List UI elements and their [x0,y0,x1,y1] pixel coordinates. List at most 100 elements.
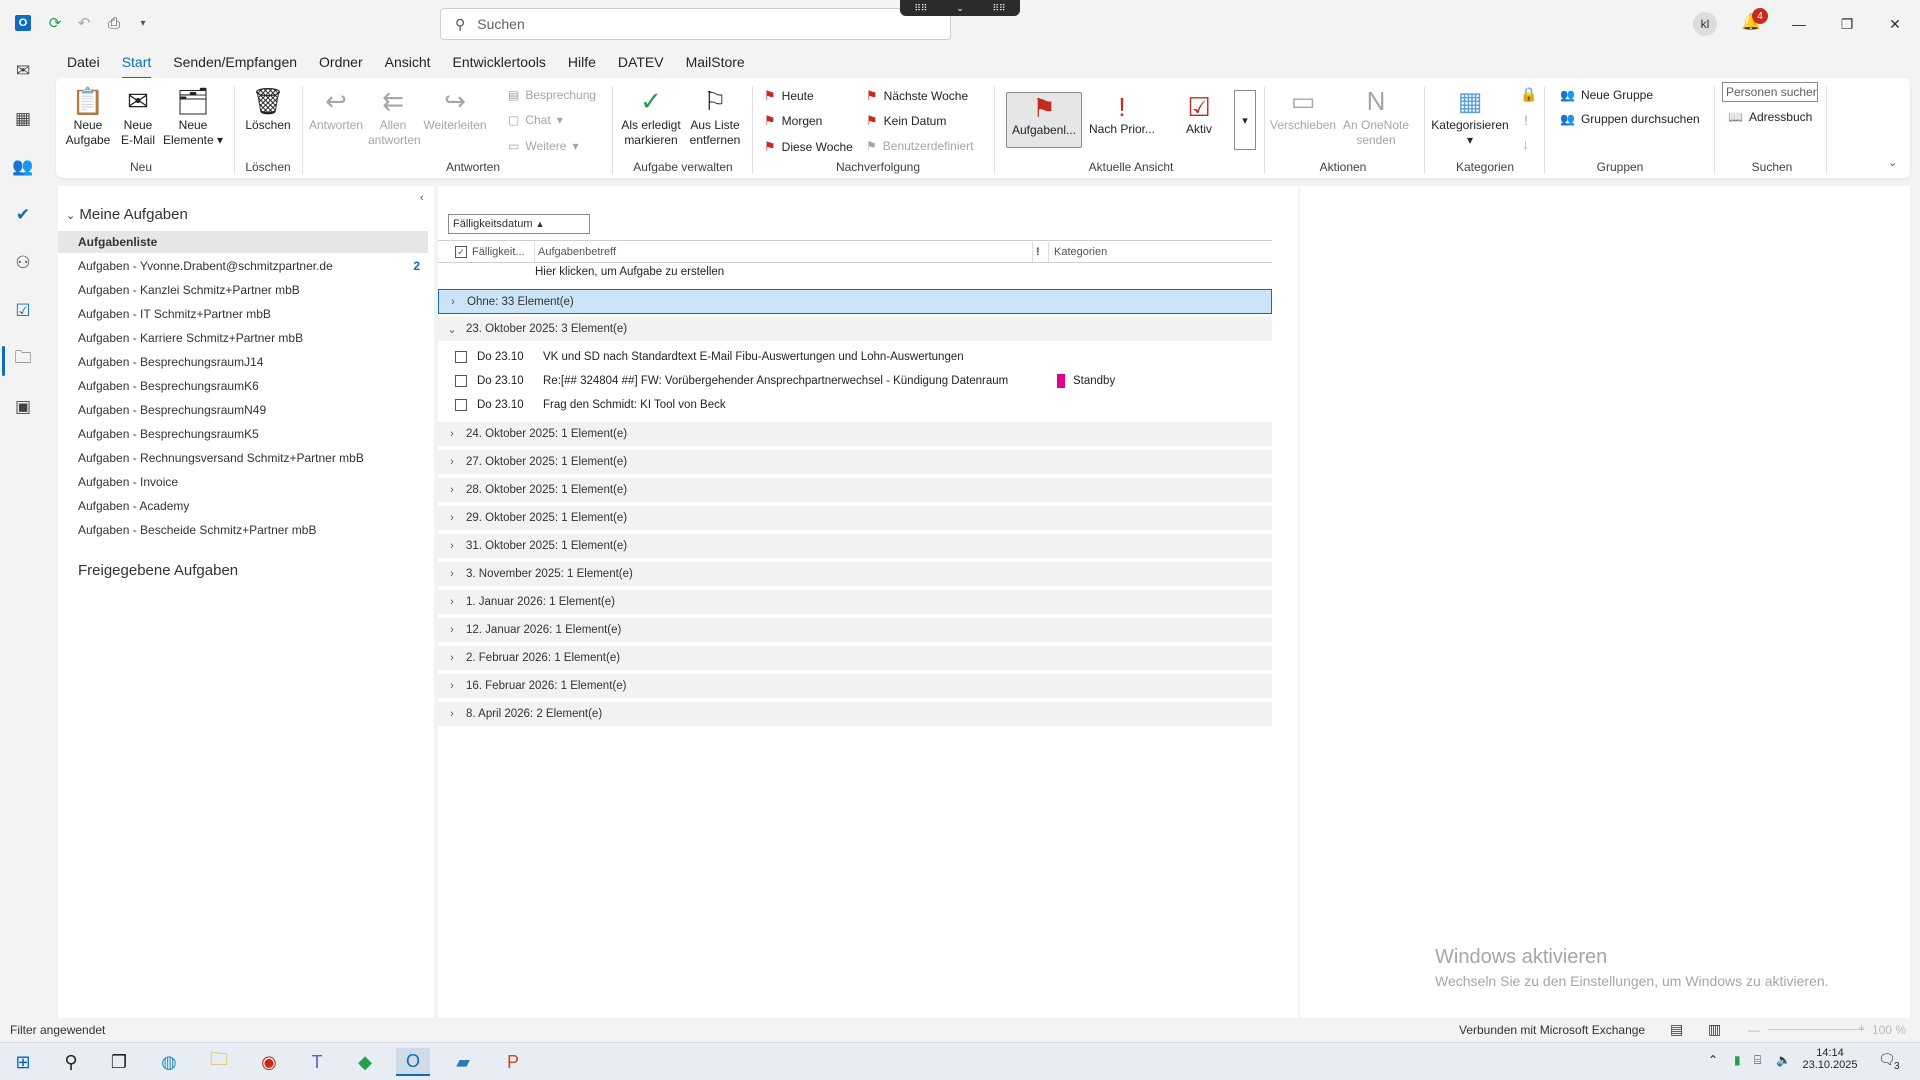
folder-item[interactable]: Aufgaben - BesprechungsraumK6 [58,375,428,397]
col-priority[interactable]: ! [1036,246,1040,258]
chevron-down-icon[interactable]: ⌄ [438,323,466,336]
chevron-right-icon[interactable]: › [438,456,466,468]
task-complete-checkbox[interactable] [455,351,467,363]
chevron-right-icon[interactable]: › [438,428,466,440]
mail-icon[interactable]: ✉ [10,58,36,84]
view-task-list-button[interactable]: ⚑ Aufgabenl... [1006,92,1082,148]
chat-button[interactable]: ▢ Chat ▾ [508,113,563,127]
tasks-icon[interactable]: ☑ [10,298,36,324]
folder-item[interactable]: Aufgaben - BesprechungsraumK5 [58,423,428,445]
address-book-button[interactable]: 📖 Adressbuch [1728,110,1812,124]
chevron-right-icon[interactable]: › [438,596,466,608]
new-task-button[interactable]: 📋 Neue Aufgabe [62,84,114,148]
reading-view-icon[interactable]: ▥ [1708,1021,1721,1038]
flag-today-button[interactable]: ⚑ Heute [764,88,814,104]
print-icon[interactable]: ⎙ [103,12,125,34]
minimize-button[interactable]: — [1776,10,1822,38]
edge-icon[interactable]: ◍ [152,1048,186,1076]
view-active-button[interactable]: ☑ Aktiv [1166,92,1232,137]
task-group-header[interactable]: › 12. Januar 2026: 1 Element(e) [438,618,1272,643]
chevron-right-icon[interactable]: › [439,296,467,308]
task-view-icon[interactable]: ❐ [102,1048,136,1076]
select-all-checkbox[interactable]: ✓ [455,246,467,258]
task-complete-checkbox[interactable] [455,375,467,387]
outlook-taskbar-icon[interactable]: O [396,1048,430,1076]
flag-next-week-button[interactable]: ⚑ Nächste Woche [866,88,968,104]
shared-tasks-header[interactable]: Freigegebene Aufgaben [78,562,238,579]
people-icon[interactable]: 👥 [10,154,36,180]
move-button[interactable]: ▭ Verschieben [1270,84,1336,133]
lock-icon[interactable]: 🔒 [1520,86,1537,103]
folder-item[interactable]: Aufgaben - Bescheide Schmitz+Partner mbB [58,519,428,541]
view-more-button[interactable]: ▾ [1234,90,1256,150]
undo-icon[interactable]: ↶ [73,12,95,34]
view-priority-button[interactable]: ! Nach Prior... [1084,92,1160,137]
collapse-ribbon-icon[interactable]: ⌄ [1888,156,1897,169]
categorize-button[interactable]: ▦ Kategorisieren ▾ [1430,84,1510,148]
apps-icon[interactable]: ▣ [10,394,36,420]
flag-this-week-button[interactable]: ⚑ Diese Woche [764,139,853,155]
powerpoint-icon[interactable]: P [496,1048,530,1076]
windows-start-icon[interactable]: ⊞ [6,1048,40,1076]
folder-item[interactable]: Aufgaben - IT Schmitz+Partner mbB [58,303,428,325]
task-group-header[interactable]: › 27. Oktober 2025: 1 Element(e) [438,450,1272,475]
folder-item[interactable]: Aufgaben - Invoice [58,471,428,493]
chevron-right-icon[interactable]: › [438,708,466,720]
low-importance-icon[interactable]: ↓ [1522,136,1529,152]
task-row[interactable]: Do 23.10 Re:[## 324804 ##] FW: Vorübergeh… [438,369,1272,393]
onenote-button[interactable]: N An OneNote senden [1338,84,1414,148]
calendar-icon[interactable]: ▦ [10,106,36,132]
new-task-hint[interactable]: Hier klicken, um Aufgabe zu erstellen [535,266,724,278]
task-group-header[interactable]: › 16. Februar 2026: 1 Element(e) [438,674,1272,699]
collapse-pane-icon[interactable]: ‹ [420,192,424,204]
file-explorer-icon[interactable]: 🗀 [202,1048,236,1076]
task-group-header[interactable]: › 28. Oktober 2025: 1 Element(e) [438,478,1272,503]
flag-custom-button[interactable]: ⚑ Benutzerdefiniert [866,139,974,153]
folder-item[interactable]: Aufgaben - Academy [58,495,428,517]
folder-item[interactable]: Aufgaben - Rechnungsversand Schmitz+Part… [58,447,428,469]
more-button[interactable]: ▭ Weitere ▾ [508,139,579,153]
window-grip[interactable]: ⠿⠿ ⌄ ⠿⠿ [900,0,1020,16]
new-email-button[interactable]: ✉ Neue E-Mail [116,84,160,148]
remove-from-list-button[interactable]: ⚐ Aus Liste entfernen [686,84,744,148]
org-icon[interactable]: ⚇ [10,250,36,276]
my-tasks-header[interactable]: ⌄ Meine Aufgaben [66,206,188,223]
todo-icon[interactable]: ✔ [10,202,36,228]
zoom-slider[interactable] [1768,1029,1864,1030]
sort-by-dropdown[interactable]: Fälligkeitsdatum ▲ [448,214,590,234]
chevron-right-icon[interactable]: › [438,484,466,496]
menu-ansicht[interactable]: Ansicht [374,52,442,76]
task-group-header[interactable]: ⌄ 23. Oktober 2025: 3 Element(e) [438,317,1272,342]
task-group-header[interactable]: › Ohne: 33 Element(e) [438,289,1272,314]
battery-icon[interactable]: ▮ [1734,1053,1741,1067]
new-group-button[interactable]: 👥 Neue Gruppe [1560,88,1653,102]
avatar[interactable]: kl [1693,12,1717,36]
people-search-input[interactable]: Personen suchen [1722,82,1818,102]
new-items-button[interactable]: 🗂 Neue Elemente ▾ [162,84,224,148]
flag-no-date-button[interactable]: ⚑ Kein Datum [866,113,946,129]
zoom-out-icon[interactable]: — [1748,1023,1760,1037]
reply-button[interactable]: ↩ Antworten [308,84,364,133]
customize-toolbar-icon[interactable]: ▾ [132,12,154,34]
folder-item[interactable]: Aufgaben - BesprechungsraumN49 [58,399,428,421]
flag-tomorrow-button[interactable]: ⚑ Morgen [764,113,822,129]
meeting-button[interactable]: ▤ Besprechung [508,88,596,102]
chevron-right-icon[interactable]: › [438,540,466,552]
teams-icon[interactable]: T [300,1048,334,1076]
chevron-right-icon[interactable]: › [438,512,466,524]
search-input[interactable]: ⚲ Suchen [440,8,951,40]
menu-ordner[interactable]: Ordner [308,52,374,76]
sync-icon[interactable]: ⟳ [44,12,66,34]
folder-item[interactable]: Aufgaben - Kanzlei Schmitz+Partner mbB [58,279,428,301]
task-row[interactable]: Do 23.10 VK und SD nach Standardtext E-Ma… [438,345,1272,369]
chevron-right-icon[interactable]: › [438,568,466,580]
task-group-header[interactable]: › 2. Februar 2026: 1 Element(e) [438,646,1272,671]
browse-groups-button[interactable]: 👥 Gruppen durchsuchen [1560,112,1700,126]
folder-item[interactable]: Aufgaben - BesprechungsraumJ14 [58,351,428,373]
network-icon[interactable]: ⌸ [1754,1053,1761,1068]
col-categories[interactable]: Kategorien [1054,246,1107,258]
zoom-level[interactable]: 100 % [1872,1023,1906,1037]
clock[interactable]: 14:14 23.10.2025 [1798,1047,1862,1071]
high-importance-icon[interactable]: ! [1524,112,1528,128]
chevron-right-icon[interactable]: › [438,680,466,692]
